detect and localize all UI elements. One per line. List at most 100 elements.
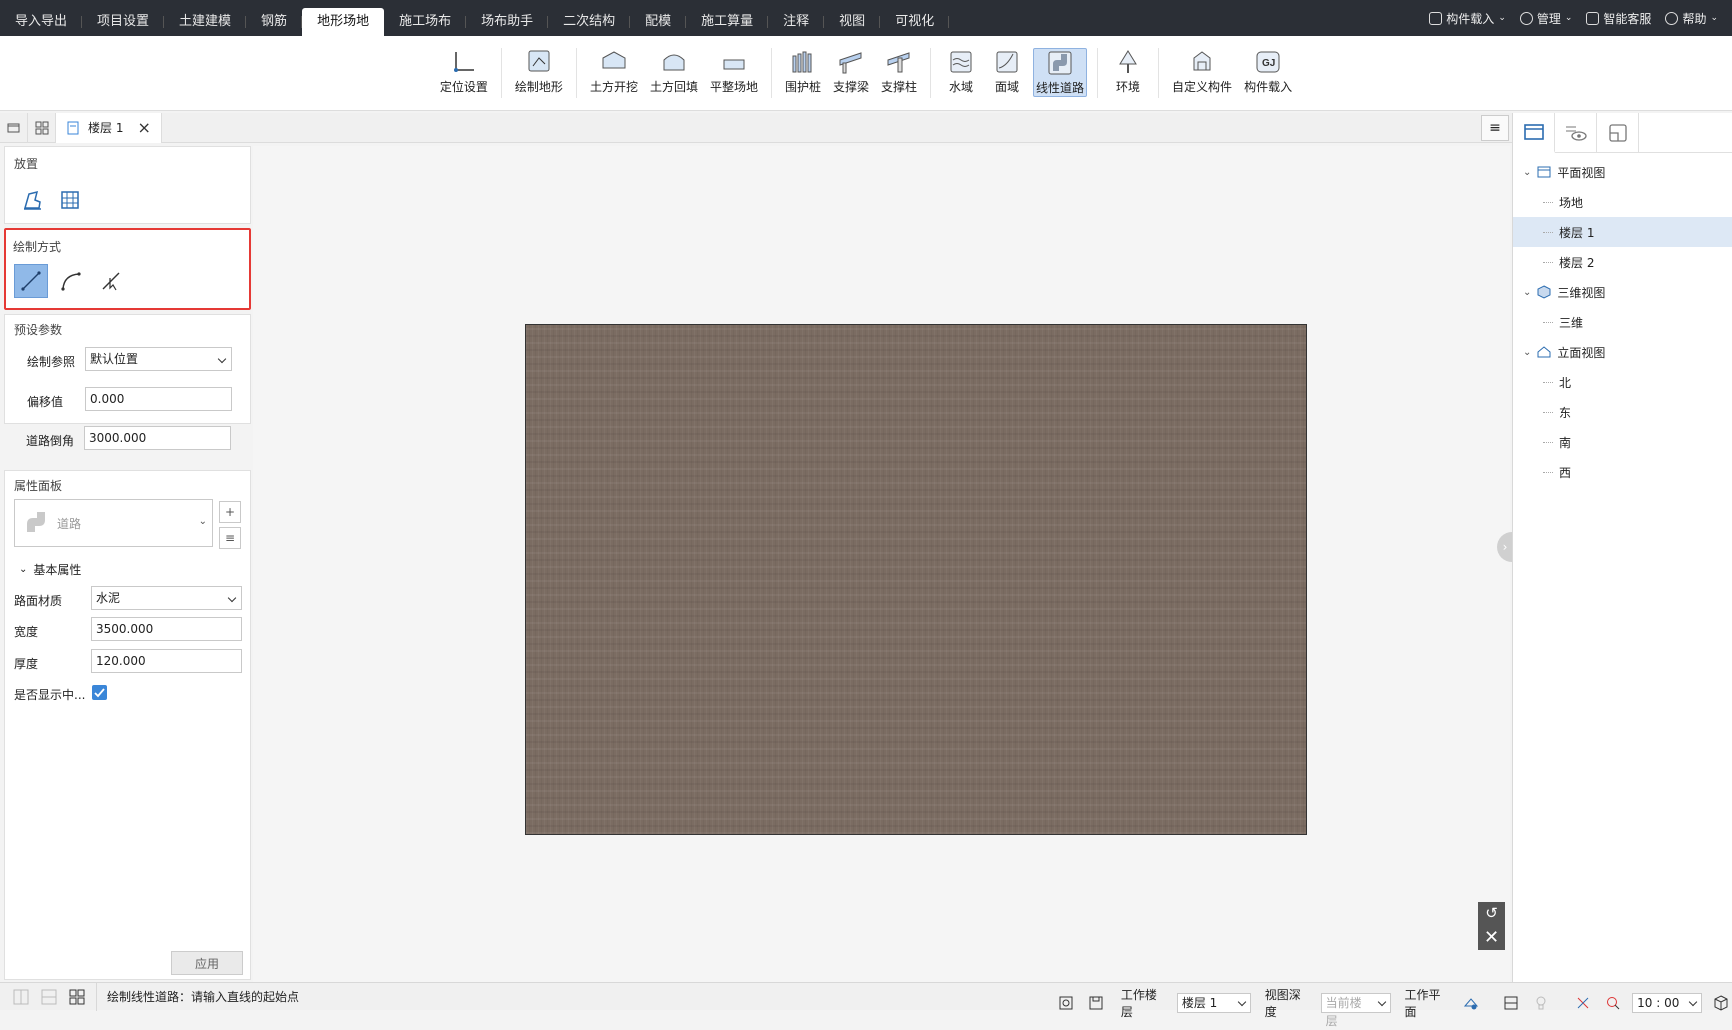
pick-line-button[interactable]: [94, 264, 128, 298]
ribbon-button-column[interactable]: 支撑柱: [878, 48, 920, 95]
line-draw-button[interactable]: [14, 264, 48, 298]
work-floor-select[interactable]: 楼层 1: [1176, 993, 1251, 1013]
close-icon[interactable]: ✕: [1484, 927, 1499, 948]
draw-ref-label: 绘制参照: [27, 355, 76, 369]
section-box-button[interactable]: [1500, 992, 1522, 1014]
ribbon-button-label: 围护桩: [784, 80, 821, 94]
layout-split-button[interactable]: [38, 986, 60, 1008]
tile-views-button[interactable]: [28, 112, 56, 143]
tree-label: 东: [1559, 405, 1572, 420]
add-type-button[interactable]: +: [219, 501, 241, 523]
tab-floor-1-label: 楼层 1: [88, 121, 124, 135]
menu-tab-9[interactable]: 施工算量: [686, 8, 769, 36]
menu-tab-12[interactable]: 可视化: [880, 8, 950, 36]
undo-icon[interactable]: ↺: [1485, 904, 1498, 922]
time-select[interactable]: 10 : 00: [1632, 993, 1703, 1013]
restore-view-button[interactable]: [0, 112, 28, 143]
tree-group-4[interactable]: ⌄ 三维视图: [1523, 277, 1605, 307]
terrain-ground-surface[interactable]: [525, 324, 1307, 835]
ribbon-button-axis[interactable]: 定位设置: [437, 48, 491, 95]
ribbon-button-gj[interactable]: GJ 构件载入: [1241, 48, 1295, 95]
check-icon: [94, 688, 105, 698]
ribbon-button-level[interactable]: 平整场地: [707, 48, 761, 95]
tab-views[interactable]: [1513, 113, 1555, 153]
ribbon-button-label: 土方回填: [649, 80, 698, 94]
place-point-button[interactable]: [15, 183, 49, 217]
snap-icon: [1577, 997, 1589, 1009]
ribbon-button-custom[interactable]: 自定义构件: [1169, 48, 1235, 95]
chevron-down-icon: ⌄: [1523, 346, 1532, 358]
tree-item-3[interactable]: 楼层 2: [1543, 247, 1594, 277]
thickness-input[interactable]: 120.000: [91, 649, 242, 673]
tab-visibility[interactable]: [1555, 113, 1597, 153]
ribbon-button-backfill[interactable]: 土方回填: [647, 48, 701, 95]
smart-service-button[interactable]: 智能客服: [1586, 10, 1651, 27]
component-type-select[interactable]: 道路 ⌄: [14, 499, 213, 547]
apply-button[interactable]: 应用: [171, 951, 243, 975]
menu-tab-7[interactable]: 二次结构: [548, 8, 631, 36]
drawing-canvas[interactable]: › ↺ ✕: [253, 146, 1513, 982]
tree-item-9[interactable]: 南: [1543, 427, 1571, 457]
tree-item-7[interactable]: 北: [1543, 367, 1571, 397]
layout-grid-button[interactable]: [66, 986, 88, 1008]
ribbon-button-tree[interactable]: 环境: [1108, 48, 1148, 95]
3d-view-button[interactable]: [1710, 992, 1732, 1014]
tree-item-10[interactable]: 西: [1543, 457, 1571, 487]
view-depth-select[interactable]: 当前楼层: [1320, 993, 1391, 1028]
tree-item-8[interactable]: 东: [1543, 397, 1571, 427]
tree-item-2[interactable]: 楼层 1: [1513, 217, 1732, 247]
ribbon-button-water[interactable]: 水域: [941, 48, 981, 95]
ribbon-button-area[interactable]: 面域: [987, 48, 1027, 95]
menu-tab-3[interactable]: 钢筋: [246, 8, 303, 36]
layout-single-button[interactable]: [10, 986, 32, 1008]
save-view-button[interactable]: [1085, 992, 1107, 1014]
menu-tab-6[interactable]: 场布助手: [466, 8, 549, 36]
manage-menu[interactable]: 管理 ⌄: [1519, 10, 1572, 27]
zoom-fit-button[interactable]: [1055, 992, 1077, 1014]
basic-props-toggle[interactable]: ⌄ 基本属性: [19, 561, 81, 578]
menu-tab-8[interactable]: 配模: [630, 8, 687, 36]
offset-input[interactable]: 0.000: [85, 387, 232, 411]
width-input[interactable]: 3500.000: [91, 617, 242, 641]
arc-draw-button[interactable]: [54, 264, 88, 298]
show-center-checkbox[interactable]: [92, 685, 107, 700]
menu-tab-2[interactable]: 土建建模: [164, 8, 247, 36]
tree-item-1[interactable]: 场地: [1543, 187, 1583, 217]
ribbon-button-terrain[interactable]: 绘制地形: [512, 48, 566, 95]
material-select[interactable]: 水泥: [91, 586, 242, 610]
menu-tab-0[interactable]: 导入导出: [0, 8, 83, 36]
light-button[interactable]: [1530, 992, 1552, 1014]
ribbon-button-road[interactable]: 线性道路: [1033, 48, 1088, 97]
tree-group-6[interactable]: ⌄ 立面视图: [1523, 337, 1605, 367]
menu-tab-4[interactable]: 地形场地: [302, 8, 385, 36]
tree-label: 北: [1559, 375, 1572, 390]
menu-tab-11[interactable]: 视图: [824, 8, 881, 36]
place-grid-button[interactable]: [53, 183, 87, 217]
menu-tab-5[interactable]: 施工场布: [384, 8, 467, 36]
tab-components[interactable]: [1597, 113, 1639, 153]
menu-tab-1[interactable]: 项目设置: [82, 8, 165, 36]
close-icon[interactable]: ×: [137, 118, 150, 137]
menu-tab-10[interactable]: 注释: [768, 8, 825, 36]
ribbon-button-beam[interactable]: 支撑梁: [830, 48, 872, 95]
view-list-button[interactable]: ≡: [1481, 115, 1509, 141]
main-menu-bar: 导入导出 项目设置 土建建模 钢筋 地形场地 施工场布 场布助手 二次结构 配模 施工算量 注释 视图…: [0, 0, 1732, 36]
snap-toggle-button[interactable]: [1572, 992, 1594, 1014]
component-icon: [1608, 124, 1627, 142]
draw-ref-select[interactable]: 默认位置: [85, 347, 232, 371]
help-menu[interactable]: 帮助 ⌄: [1665, 10, 1718, 27]
grid-icon: [69, 989, 85, 1004]
time-tool-button[interactable]: [1602, 992, 1624, 1014]
chamfer-input[interactable]: 3000.000: [84, 426, 231, 450]
type-list-button[interactable]: ≡: [219, 527, 241, 549]
component-load-menu[interactable]: 构件载入 ⌄: [1429, 10, 1506, 27]
tree-item-5[interactable]: 三维: [1543, 307, 1583, 337]
left-panel: 放置 绘制方式 预设参数 绘制参照 默认位置 偏移值 0.000 道路倒角 30…: [4, 146, 251, 980]
cube-icon: [1537, 285, 1551, 299]
tab-floor-1[interactable]: 楼层 1 ×: [56, 112, 162, 143]
collapse-right-panel-button[interactable]: ›: [1497, 532, 1513, 562]
ribbon-button-pile[interactable]: 围护桩: [782, 48, 824, 95]
ribbon-button-excavate[interactable]: 土方开挖: [587, 48, 641, 95]
tree-group-0[interactable]: ⌄ 平面视图: [1523, 157, 1605, 187]
work-plane-button[interactable]: [1460, 992, 1482, 1014]
